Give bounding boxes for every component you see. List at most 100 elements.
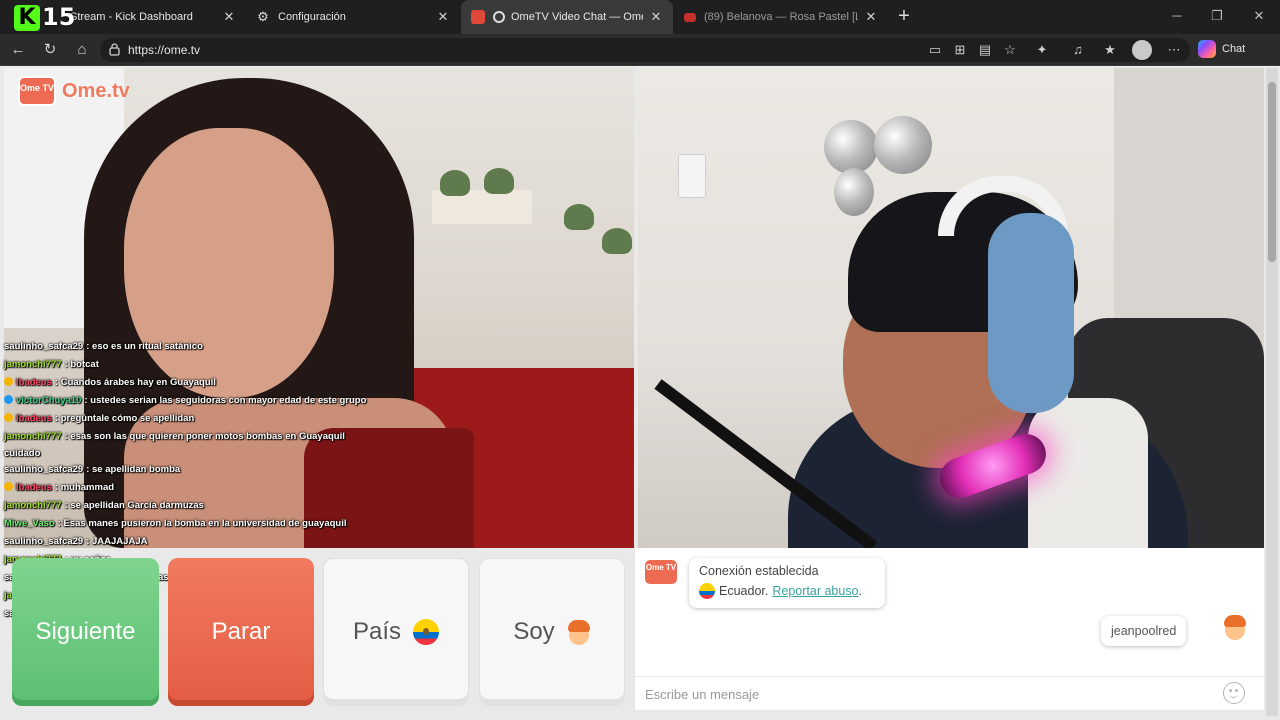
- chat-username: jamonchi777: [4, 359, 62, 370]
- stream-chat-message: Ibadeus: muhammad: [4, 479, 424, 497]
- tab-title: OmeTV Video Chat — Omegle: [511, 11, 643, 23]
- ometv-logo-text: Ome.tv: [62, 79, 130, 102]
- ometv-logo: Ome TV Ome.tv: [18, 76, 130, 106]
- chat-username: Ibadeus: [16, 413, 52, 424]
- url-field[interactable]: https://ome.tv: [100, 38, 1190, 62]
- close-tab-icon[interactable]: ✕: [649, 9, 663, 25]
- youtube-icon: [684, 12, 696, 22]
- kick-logo: K: [14, 5, 40, 31]
- message-input[interactable]: [645, 683, 1215, 705]
- report-suffix: .: [858, 584, 862, 598]
- chat-username: jamonchi777: [4, 500, 62, 511]
- chat-username: saulinho_safca29: [4, 464, 84, 475]
- headphones: [988, 213, 1074, 413]
- emoji-icon[interactable]: [1223, 682, 1245, 704]
- lock-icon: [109, 43, 120, 56]
- page: Ome TV Ome.tv saulinho_safca29: eso es u…: [0, 66, 1280, 720]
- home-icon[interactable]: ⌂: [72, 40, 92, 60]
- minimize-icon[interactable]: ─: [1168, 8, 1186, 23]
- back-icon[interactable]: ←: [8, 40, 28, 60]
- kick-counter: 15: [42, 3, 76, 31]
- close-window-icon[interactable]: ✕: [1250, 8, 1268, 24]
- stream-chat-message: saulinho_safca29: eso es un ritual satán…: [4, 338, 424, 356]
- gear-icon: ⚙: [257, 9, 269, 24]
- chat-text: : muhammad: [54, 482, 115, 493]
- chat-text: : esas son las que quieren poner motos b…: [64, 431, 345, 442]
- country-button-label: País: [352, 618, 402, 645]
- favorite-star-icon[interactable]: ☆: [1001, 41, 1019, 59]
- light-switch: [678, 154, 706, 198]
- chat-badge-icon: [4, 377, 13, 386]
- close-tab-icon[interactable]: ✕: [436, 9, 450, 25]
- stop-button[interactable]: Parar: [168, 558, 314, 706]
- next-button[interactable]: Siguiente: [12, 558, 159, 706]
- stream-chat-message: saulinho_safca29: JAAJAJAJA: [4, 533, 424, 551]
- favorites-icon[interactable]: ★: [1101, 41, 1119, 59]
- country-button[interactable]: País: [323, 558, 469, 706]
- ecuador-flag-icon: [699, 583, 715, 599]
- media-control-icon[interactable]: ♫: [1069, 41, 1087, 59]
- stream-chat-message: jamonchi777: botcat: [4, 356, 424, 374]
- stream-chat-message: victorChuya10: ustedes serian las seguid…: [4, 392, 424, 410]
- camera-icon[interactable]: ▭: [926, 41, 944, 59]
- tab-configuracion[interactable]: ⚙ Configuración ✕: [246, 0, 460, 34]
- tab-bar: Stream - Kick Dashboard ✕ ⚙ Configuració…: [0, 0, 1280, 34]
- tab-title: Configuración: [278, 11, 346, 23]
- next-button-label: Siguiente: [35, 618, 136, 645]
- new-tab-button[interactable]: +: [893, 5, 915, 27]
- stream-chat-message: Ibadeus: pregúntale cómo se apellidan: [4, 410, 424, 428]
- message-input-row: [635, 676, 1265, 710]
- connection-status: Conexión establecida: [699, 564, 819, 578]
- chat-username: Miwe_Vaso: [4, 518, 55, 529]
- jacket-stripe: [1028, 398, 1148, 548]
- record-dot-icon: [493, 11, 505, 23]
- ometv-small-logo: Ome TV: [645, 560, 677, 584]
- report-abuse-link[interactable]: Reportar abuso: [772, 584, 858, 598]
- plant: [440, 170, 470, 196]
- tab-youtube[interactable]: (89) Belanova — Rosa Pastel [Letra] ✕: [674, 0, 888, 34]
- ecuador-flag-icon: [413, 619, 440, 645]
- chat-text: : eso es un ritual satánico: [86, 341, 203, 352]
- balloon: [874, 116, 932, 174]
- profile-avatar[interactable]: [1132, 40, 1152, 60]
- tab-ometv[interactable]: OmeTV Video Chat — Omegle ✕: [461, 0, 673, 34]
- system-message: Conexión establecida Ecuador. Reportar a…: [689, 558, 885, 608]
- plant: [602, 228, 632, 254]
- stream-chat-message: jamonchi777: se apellidan García darmuza…: [4, 497, 424, 515]
- chat-panel: Ome TV Conexión establecida Ecuador. Rep…: [634, 548, 1265, 710]
- record-icon: [471, 10, 485, 24]
- reader-icon[interactable]: ▤: [976, 41, 994, 59]
- address-bar: ← ↻ ⌂ https://ome.tv ▭ ⊞ ▤ ☆ ✦ ♫ ★ ⋯: [0, 34, 1280, 66]
- chat-username: Ibadeus: [16, 377, 52, 388]
- chat-text: : Esas manes pusieron la bomba en la uni…: [57, 518, 347, 529]
- restore-icon[interactable]: ❐: [1208, 8, 1226, 24]
- boy-icon: [1223, 614, 1247, 640]
- reload-icon[interactable]: ↻: [40, 40, 60, 60]
- chat-username: saulinho_safca29: [4, 341, 84, 352]
- scrollbar-thumb[interactable]: [1268, 82, 1276, 262]
- balloon: [834, 168, 874, 216]
- chat-text: : Cuandos árabes hay en Guayaquil: [54, 377, 216, 388]
- copilot-label: Chat: [1222, 43, 1246, 55]
- chat-text: : ustedes serian las seguidoras con mayo…: [84, 395, 367, 406]
- chat-badge-icon: [4, 482, 13, 491]
- gender-button[interactable]: Soy: [479, 558, 625, 706]
- copilot-button[interactable]: Chat: [1198, 40, 1245, 58]
- more-menu-icon[interactable]: ⋯: [1165, 41, 1183, 59]
- url-text: https://ome.tv: [128, 43, 201, 57]
- chat-text: : se apellidan García darmuzas: [64, 500, 204, 511]
- chat-username: victorChuya10: [16, 395, 82, 406]
- chat-text: : pregúntale cómo se apellidan: [54, 413, 195, 424]
- plant: [484, 168, 514, 194]
- stream-chat-message: jamonchi777: esas son las que quieren po…: [4, 428, 424, 446]
- extensions-icon[interactable]: ✦: [1033, 41, 1051, 59]
- stream-chat-message: Ibadeus: Cuandos árabes hay en Guayaquil: [4, 374, 424, 392]
- balloon: [824, 120, 878, 174]
- close-tab-icon[interactable]: ✕: [864, 9, 878, 25]
- peer-name-bubble: jeanpoolred: [1101, 616, 1187, 646]
- stop-button-label: Parar: [211, 618, 271, 645]
- close-tab-icon[interactable]: ✕: [222, 9, 236, 25]
- page-scrollbar[interactable]: [1266, 68, 1278, 716]
- split-screen-icon[interactable]: ⊞: [951, 41, 969, 59]
- tab-title: Stream - Kick Dashboard: [70, 11, 193, 23]
